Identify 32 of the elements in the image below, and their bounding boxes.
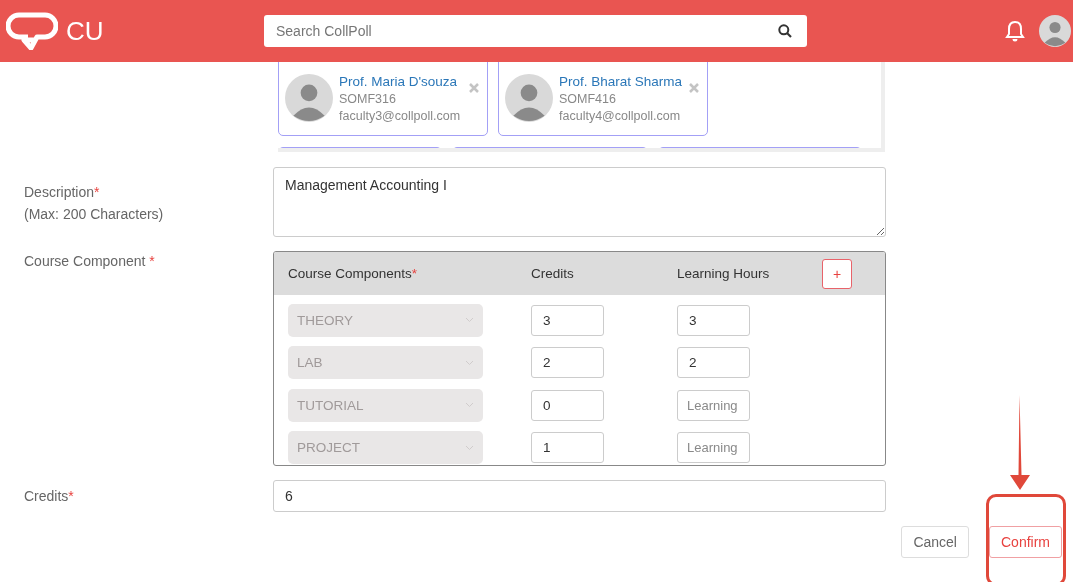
- search-icon[interactable]: [778, 24, 792, 38]
- column-header: Credits: [531, 266, 575, 281]
- logo-text: CU: [66, 15, 104, 47]
- chevron-icon: [465, 402, 474, 409]
- bell-icon[interactable]: [1005, 20, 1025, 42]
- faculty-name[interactable]: Prof. Maria D'souza: [339, 73, 463, 89]
- faculty-code: SOMF316: [339, 91, 397, 106]
- remove-icon[interactable]: [689, 83, 699, 93]
- add-button[interactable]: +: [822, 258, 852, 289]
- avatar: [285, 74, 333, 122]
- faculty-code: SOMF416: [559, 91, 617, 106]
- column-header: Learning Hours: [677, 266, 771, 281]
- credits-field[interactable]: 6: [273, 480, 886, 512]
- field-label: Course Component *: [24, 253, 156, 269]
- field-label: Credits*: [24, 488, 75, 504]
- avatar[interactable]: [1039, 15, 1071, 47]
- chevron-icon: [465, 359, 474, 366]
- faculty-name[interactable]: Prof. Bharat Sharma: [559, 73, 683, 89]
- description-field[interactable]: Management Accounting I: [273, 167, 886, 237]
- faculty-email: faculty4@collpoll.com: [559, 108, 682, 123]
- remove-icon[interactable]: [469, 83, 479, 93]
- field-label: Description*: [24, 184, 101, 200]
- faculty-email: faculty3@collpoll.com: [339, 108, 462, 123]
- avatar: [505, 74, 553, 122]
- column-header: Course Components*: [288, 266, 419, 281]
- confirm-button[interactable]: Confirm: [989, 526, 1062, 558]
- search-field[interactable]: Search CollPoll: [264, 15, 807, 47]
- chevron-icon: [465, 444, 474, 451]
- cancel-button[interactable]: Cancel: [901, 526, 969, 558]
- field-hint: (Max: 200 Characters): [24, 206, 165, 222]
- chat-bubble-logo-icon: [6, 12, 58, 50]
- chevron-icon: [465, 317, 474, 324]
